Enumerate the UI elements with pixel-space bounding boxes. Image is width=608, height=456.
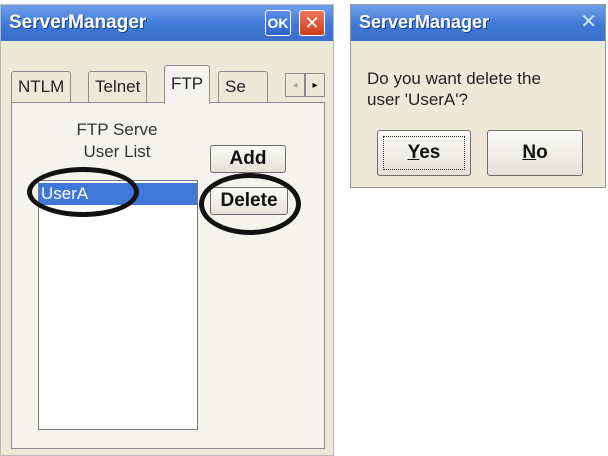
no-mnemonic: N — [522, 142, 537, 163]
list-item-usera[interactable]: UserA — [39, 183, 197, 205]
close-button[interactable]: ✕ — [299, 10, 325, 36]
dialog-close-icon[interactable]: ✕ — [580, 11, 597, 33]
tab-strip: NTLM Telnet FTP Se ◂ ▸ — [11, 65, 333, 104]
no-label-rest: o — [536, 142, 548, 163]
delete-button[interactable]: Delete — [210, 187, 288, 215]
user-listbox[interactable]: UserA — [38, 180, 198, 430]
yes-button[interactable]: Yes — [377, 130, 471, 176]
window-title: ServerManager — [9, 12, 147, 33]
dialog-message-line2: user 'UserA'? — [367, 90, 468, 109]
tab-scroll-right-button[interactable]: ▸ — [305, 73, 325, 97]
ftp-tab-panel: FTP Serve User List UserA Add Delete — [11, 102, 325, 449]
dialog-title-bar: ServerManager ✕ — [351, 5, 605, 41]
dialog-title: ServerManager — [359, 12, 490, 32]
confirm-dialog: ServerManager ✕ Do you want delete the u… — [350, 4, 606, 188]
tab-scroll-buttons: ◂ ▸ — [285, 73, 325, 97]
focus-ring — [383, 136, 465, 170]
tab-scroll-left-button[interactable]: ◂ — [285, 73, 305, 97]
dialog-message: Do you want delete the user 'UserA'? — [367, 68, 608, 110]
tab-se[interactable]: Se — [218, 71, 268, 103]
tab-ntlm[interactable]: NTLM — [11, 71, 72, 103]
list-label-line2: User List — [83, 142, 151, 161]
tab-telnet[interactable]: Telnet — [88, 71, 148, 103]
no-button[interactable]: No — [487, 130, 583, 176]
title-bar: ServerManager OK ✕ — [1, 5, 333, 41]
list-label-line1: FTP Serve — [76, 120, 158, 139]
tab-ftp[interactable]: FTP — [164, 65, 211, 104]
dialog-message-line1: Do you want delete the — [367, 69, 541, 88]
server-manager-window: ServerManager OK ✕ NTLM Telnet FTP Se ◂ … — [0, 4, 334, 456]
ok-button[interactable]: OK — [265, 10, 291, 36]
add-button[interactable]: Add — [210, 145, 286, 173]
